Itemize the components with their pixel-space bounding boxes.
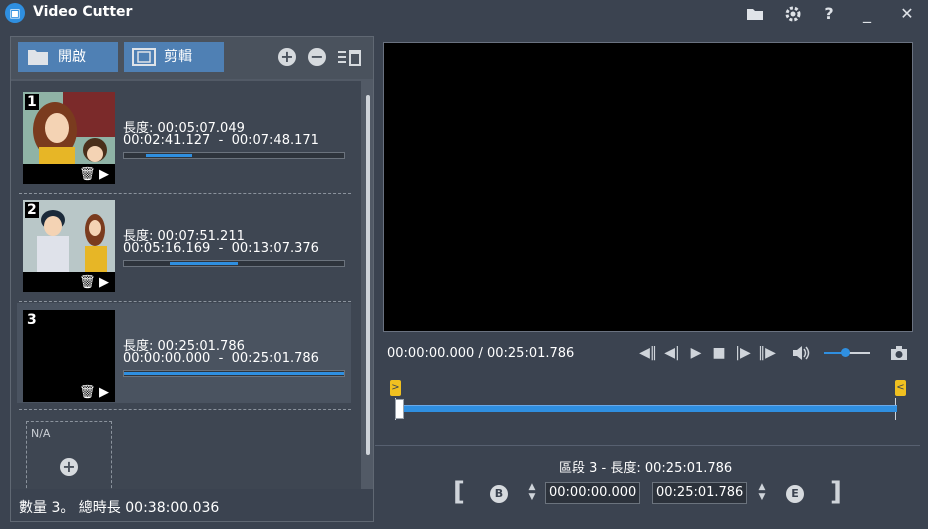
volume-slider-knob[interactable] (841, 348, 850, 357)
app-title: Video Cutter (33, 4, 133, 20)
clip-number: 1 (25, 94, 39, 110)
close-icon[interactable]: ✕ (895, 2, 919, 26)
clip-range-bar (123, 152, 345, 159)
step-back-icon[interactable]: ◀| (661, 342, 683, 364)
clip-number: 2 (25, 202, 39, 218)
player-timecode: 00:00:00.000 / 00:25:01.786 (387, 346, 575, 361)
open-folder-icon (28, 50, 48, 65)
trash-icon[interactable]: 🗑 (79, 167, 96, 182)
player-panel: 00:00:00.000 / 00:25:01.786 ◀‖ ◀| ▶ ■ |▶… (375, 36, 920, 520)
clip-list-panel: 開啟 剪輯 + − 1 🗑 ▶ 長度: 00:05:07.049 00:02:4… (10, 36, 374, 522)
clip-summary-footer: 數量 3。 總時長 00:38:00.036 (11, 489, 373, 521)
clip-range-separator: - (218, 133, 224, 148)
film-app-icon: ▣ (5, 3, 25, 23)
trash-icon[interactable]: 🗑 (79, 275, 96, 290)
open-button-label: 開啟 (58, 49, 86, 65)
play-icon[interactable]: ▶ (99, 275, 109, 290)
clip-range-separator: - (218, 241, 224, 256)
camera-snapshot-icon[interactable] (888, 342, 910, 364)
clip-list: 1 🗑 ▶ 長度: 00:05:07.049 00:02:41.127 - 00… (11, 81, 361, 489)
clip-start: 00:00:00.000 (123, 351, 211, 366)
clip-range-fill (170, 262, 239, 265)
add-clip-slot[interactable]: N/A + (26, 421, 112, 489)
trash-icon[interactable]: 🗑 (79, 385, 96, 400)
clip-summary: 數量 3。 總時長 00:38:00.036 (19, 500, 220, 516)
end-marker[interactable]: < (895, 380, 906, 396)
skip-to-end-icon[interactable]: ‖▶ (756, 342, 778, 364)
add-clip-icon[interactable]: + (278, 48, 296, 66)
clip-number: 3 (25, 312, 39, 328)
start-marker[interactable]: > (390, 380, 401, 396)
clip-end: 00:25:01.786 (231, 351, 319, 366)
cut-button[interactable]: 剪輯 (124, 42, 224, 72)
segment-info: 區段 3 - 長度: 00:25:01.786 (559, 461, 733, 476)
clip-item-2[interactable]: 2 🗑 ▶ 長度: 00:07:51.211 00:05:16.169 - 00… (19, 193, 349, 293)
clip-thumbnail: 2 🗑 ▶ (23, 200, 115, 292)
play-icon[interactable]: ▶ (685, 342, 707, 364)
clip-thumbnail: 1 🗑 ▶ (23, 92, 115, 184)
folder-icon[interactable] (743, 2, 767, 26)
clip-end: 00:13:07.376 (231, 241, 319, 256)
end-time-input[interactable] (652, 482, 747, 504)
end-time-stepper[interactable]: ▲ ▼ (755, 482, 769, 504)
timeline-playhead[interactable] (395, 399, 404, 419)
set-end-bracket-icon[interactable]: ] (830, 477, 842, 507)
start-time-stepper[interactable]: ▲ ▼ (525, 482, 539, 504)
clip-range-bar (123, 260, 345, 267)
clip-divider (19, 301, 351, 302)
timeline-track[interactable] (395, 405, 897, 412)
start-time-input[interactable] (545, 482, 640, 504)
clip-thumbnail: 3 🗑 ▶ (23, 310, 115, 402)
clip-divider (19, 409, 351, 410)
set-start-bracket-icon[interactable]: [ (453, 477, 465, 507)
video-preview[interactable] (383, 42, 913, 332)
clip-item-1[interactable]: 1 🗑 ▶ 長度: 00:05:07.049 00:02:41.127 - 00… (19, 85, 349, 185)
volume-icon[interactable] (790, 342, 812, 364)
add-slot-label: N/A (31, 427, 51, 440)
clip-range-separator: - (218, 351, 224, 366)
play-icon[interactable]: ▶ (99, 167, 109, 182)
minimize-icon[interactable]: _ (855, 2, 879, 26)
help-icon[interactable]: ? (817, 2, 841, 26)
clip-end: 00:07:48.171 (231, 133, 319, 148)
scrollbar-thumb[interactable] (366, 95, 370, 455)
skip-to-start-icon[interactable]: ◀‖ (637, 342, 659, 364)
cut-button-label: 剪輯 (164, 49, 192, 65)
clip-range-fill (146, 154, 193, 157)
clip-item-3[interactable]: 3 🗑 ▶ 長度: 00:25:01.786 00:00:00.000 - 00… (17, 303, 351, 403)
end-badge-icon[interactable]: E (786, 485, 804, 503)
clear-list-icon[interactable] (337, 47, 365, 67)
clip-range-bar (123, 370, 345, 377)
remove-clip-icon[interactable]: − (308, 48, 326, 66)
clip-start: 00:02:41.127 (123, 133, 211, 148)
plus-icon[interactable]: + (60, 458, 78, 476)
clip-start: 00:05:16.169 (123, 241, 211, 256)
film-strip-icon (132, 48, 156, 66)
stop-icon[interactable]: ■ (708, 342, 730, 364)
begin-badge-icon[interactable]: B (490, 485, 508, 503)
open-button[interactable]: 開啟 (18, 42, 118, 72)
clip-toolbar: 開啟 剪輯 + − (11, 37, 373, 79)
play-icon[interactable]: ▶ (99, 385, 109, 400)
title-bar: ▣ Video Cutter ? _ ✕ (0, 0, 928, 30)
clip-list-scrollbar[interactable] (363, 81, 373, 489)
step-forward-icon[interactable]: |▶ (732, 342, 754, 364)
gear-icon[interactable] (781, 2, 805, 26)
clip-range-fill (124, 372, 344, 375)
